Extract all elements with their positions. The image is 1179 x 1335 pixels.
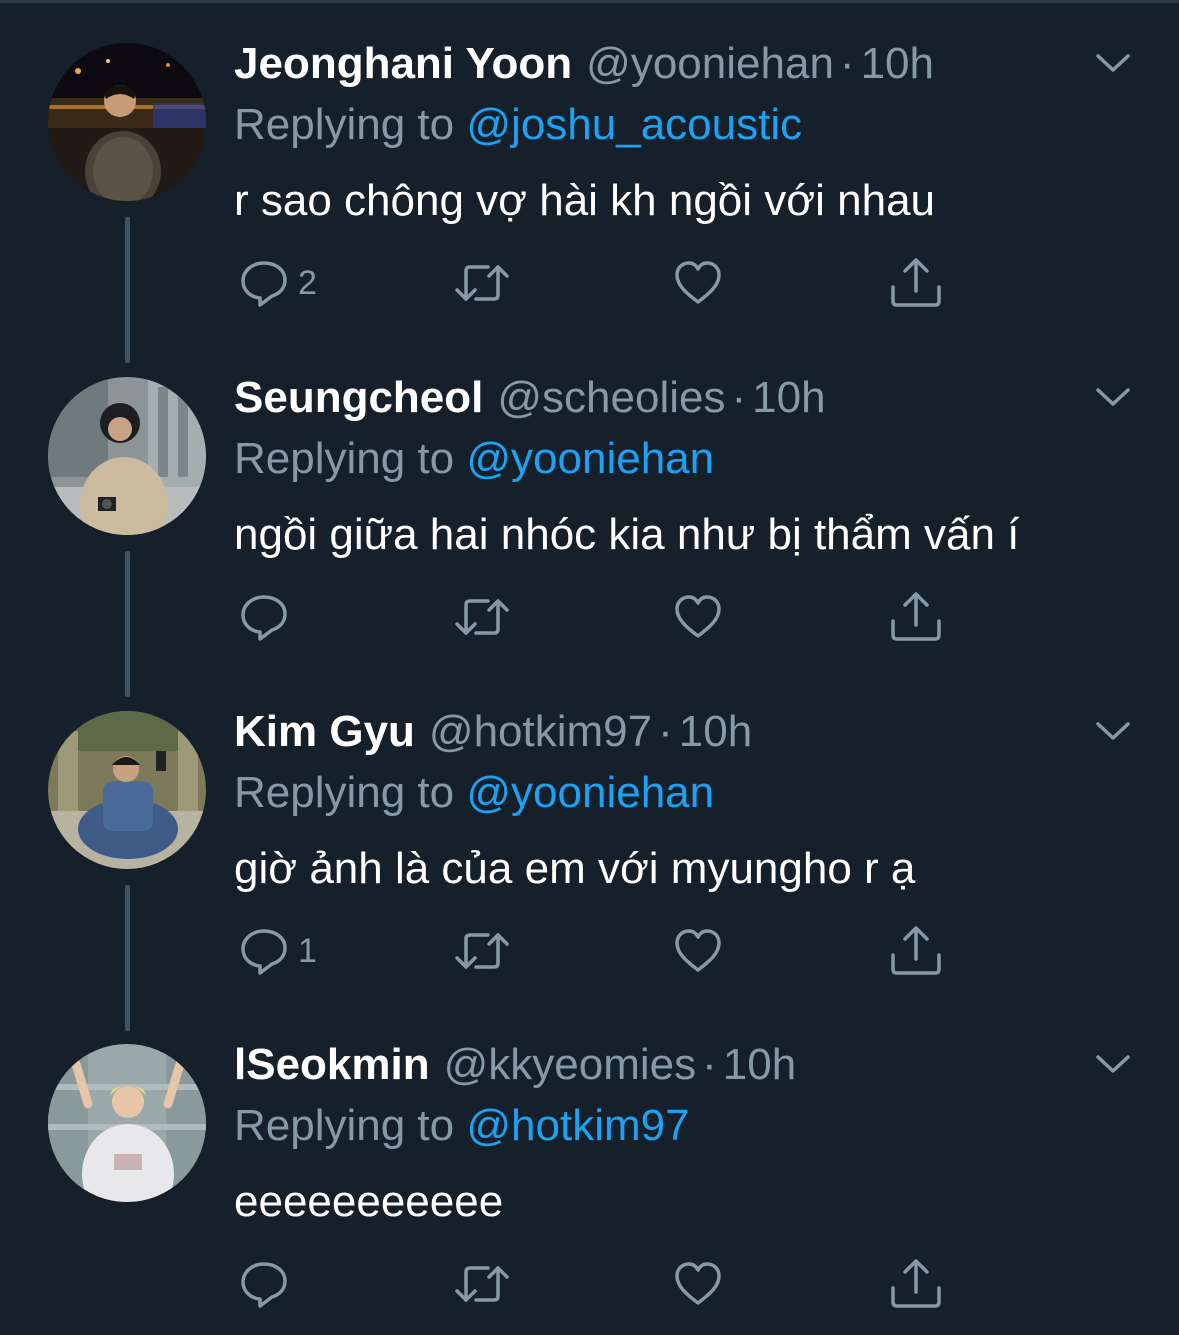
heart-icon bbox=[672, 925, 724, 977]
tweet-header: Jeonghani Yoon @yooniehan · 10h bbox=[234, 38, 934, 90]
replying-to-label: Replying to bbox=[234, 768, 455, 817]
like-button[interactable] bbox=[672, 1254, 724, 1314]
separator-dot: · bbox=[731, 373, 747, 422]
reply-count: 1 bbox=[298, 932, 317, 970]
chevron-down-icon[interactable] bbox=[1094, 50, 1132, 76]
retweet-arrows-icon bbox=[452, 591, 512, 643]
display-name[interactable]: Jeonghani Yoon bbox=[234, 39, 572, 88]
reply-bubble-icon bbox=[238, 591, 290, 643]
tweet[interactable]: Kim Gyu @hotkim97 · 10h Replying to @yoonie… bbox=[0, 668, 1179, 1031]
tweet[interactable]: Jeonghani Yoon @yooniehan · 10h Replying to… bbox=[0, 0, 1179, 363]
user-handle[interactable]: @kkyeomies bbox=[444, 1040, 697, 1089]
like-button[interactable] bbox=[672, 253, 724, 313]
retweet-arrows-icon bbox=[452, 257, 512, 309]
reply-bubble-icon bbox=[238, 257, 290, 309]
tweet-header: Seungcheol @scheolies · 10h bbox=[234, 372, 826, 424]
reply-bubble-icon bbox=[238, 1258, 290, 1310]
action-bar: 1 bbox=[0, 921, 1179, 981]
replying-to-link[interactable]: @joshu_acoustic bbox=[466, 100, 802, 149]
user-handle[interactable]: @hotkim97 bbox=[429, 707, 652, 756]
replying-to-label: Replying to bbox=[234, 100, 455, 149]
separator-dot: · bbox=[839, 39, 855, 88]
action-bar bbox=[0, 1254, 1179, 1314]
timestamp[interactable]: 10h bbox=[679, 707, 752, 756]
chevron-down-icon[interactable] bbox=[1094, 1051, 1132, 1077]
action-bar: 2 bbox=[0, 253, 1179, 313]
share-upload-icon bbox=[888, 589, 944, 645]
retweet-arrows-icon bbox=[452, 1258, 512, 1310]
tweet[interactable]: lSeokmin @kkyeomies · 10h Replying to @hotk… bbox=[0, 1001, 1179, 1335]
timestamp[interactable]: 10h bbox=[752, 373, 825, 422]
share-button[interactable] bbox=[888, 253, 944, 313]
timestamp[interactable]: 10h bbox=[723, 1040, 796, 1089]
replying-to-label: Replying to bbox=[234, 1101, 455, 1150]
heart-icon bbox=[672, 591, 724, 643]
share-upload-icon bbox=[888, 923, 944, 979]
chevron-down-icon[interactable] bbox=[1094, 384, 1132, 410]
avatar[interactable] bbox=[48, 377, 206, 535]
share-button[interactable] bbox=[888, 921, 944, 981]
display-name[interactable]: Kim Gyu bbox=[234, 707, 415, 756]
separator-dot: · bbox=[702, 1040, 717, 1089]
replying-to: Replying to @yooniehan bbox=[234, 767, 714, 819]
heart-icon bbox=[672, 1258, 724, 1310]
tweet-header: lSeokmin @kkyeomies · 10h bbox=[234, 1039, 796, 1091]
like-button[interactable] bbox=[672, 587, 724, 647]
share-upload-icon bbox=[888, 255, 944, 311]
avatar[interactable] bbox=[48, 43, 206, 201]
retweet-arrows-icon bbox=[452, 925, 512, 977]
avatar[interactable] bbox=[48, 711, 206, 869]
display-name[interactable]: Seungcheol bbox=[234, 373, 483, 422]
reply-button[interactable] bbox=[238, 587, 298, 647]
tweet-text: ngồi giữa hai nhóc kia như bị thẩm vấn í bbox=[234, 510, 1020, 559]
like-button[interactable] bbox=[672, 921, 724, 981]
replying-to: Replying to @joshu_acoustic bbox=[234, 99, 802, 151]
tweet-header: Kim Gyu @hotkim97 · 10h bbox=[234, 706, 752, 758]
retweet-button[interactable] bbox=[452, 921, 512, 981]
heart-icon bbox=[672, 257, 724, 309]
tweet[interactable]: Seungcheol @scheolies · 10h Replying to @yo… bbox=[0, 334, 1179, 697]
user-handle[interactable]: @yooniehan bbox=[586, 39, 834, 88]
tweet-text: eeeeeeeeeee bbox=[234, 1177, 504, 1226]
share-button[interactable] bbox=[888, 587, 944, 647]
reply-button[interactable] bbox=[238, 1254, 298, 1314]
reply-bubble-icon bbox=[238, 925, 290, 977]
reply-button[interactable]: 2 bbox=[238, 253, 317, 313]
separator-dot: · bbox=[658, 707, 673, 756]
replying-to: Replying to @hotkim97 bbox=[234, 1100, 690, 1152]
timestamp[interactable]: 10h bbox=[861, 39, 934, 88]
reply-button[interactable]: 1 bbox=[238, 921, 317, 981]
reply-count: 2 bbox=[298, 264, 317, 302]
retweet-button[interactable] bbox=[452, 253, 512, 313]
replying-to-link[interactable]: @hotkim97 bbox=[466, 1101, 689, 1150]
replying-to-label: Replying to bbox=[234, 434, 455, 483]
tweet-text: r sao chông vợ hài kh ngồi với nhau bbox=[234, 176, 936, 225]
share-button[interactable] bbox=[888, 1254, 944, 1314]
replying-to-link[interactable]: @yooniehan bbox=[466, 434, 714, 483]
share-upload-icon bbox=[888, 1256, 944, 1312]
retweet-button[interactable] bbox=[452, 587, 512, 647]
replying-to-link[interactable]: @yooniehan bbox=[466, 768, 714, 817]
avatar[interactable] bbox=[48, 1044, 206, 1202]
retweet-button[interactable] bbox=[452, 1254, 512, 1314]
tweet-text: giờ ảnh là của em với myungho r ạ bbox=[234, 844, 916, 893]
user-handle[interactable]: @scheolies bbox=[497, 373, 725, 422]
chevron-down-icon[interactable] bbox=[1094, 718, 1132, 744]
display-name[interactable]: lSeokmin bbox=[234, 1040, 430, 1089]
action-bar bbox=[0, 587, 1179, 647]
replying-to: Replying to @yooniehan bbox=[234, 433, 714, 485]
